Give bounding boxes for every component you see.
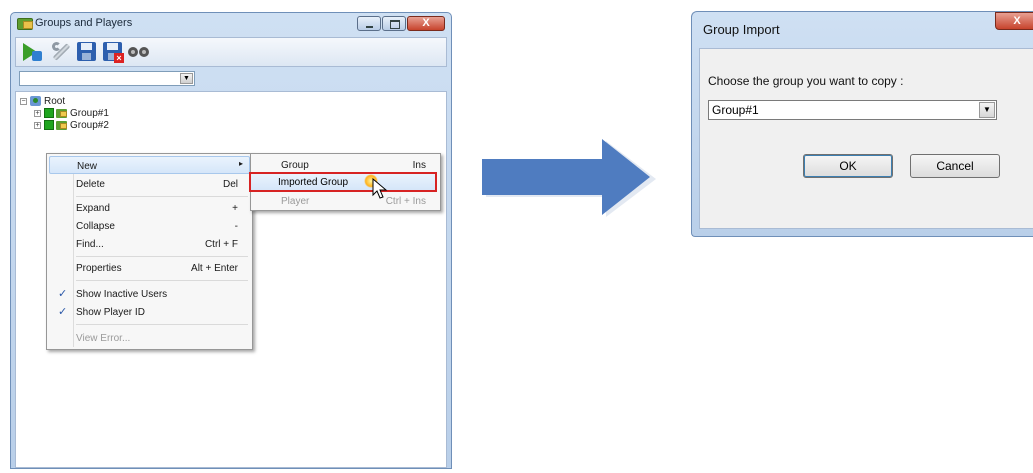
tree-node-root[interactable]: − Root — [20, 95, 65, 107]
menu-item-show-inactive-users[interactable]: ✓ Show Inactive Users — [49, 285, 250, 303]
status-square-icon — [44, 120, 54, 130]
menu-item-shortcut: Ctrl + F — [204, 239, 238, 250]
submenu-item-player: Player Ctrl + Ins — [253, 192, 438, 210]
menu-item-label: Show Player ID — [76, 307, 145, 318]
chevron-down-icon[interactable]: ▼ — [180, 73, 193, 84]
checkmark-icon: ✓ — [58, 306, 68, 318]
tree-node-group[interactable]: + Group#2 — [34, 119, 109, 131]
menu-item-label: Player — [281, 196, 310, 207]
menu-item-delete[interactable]: Delete Del — [49, 175, 250, 193]
cancel-button[interactable]: Cancel — [910, 154, 1000, 178]
group-folder-icon — [56, 120, 67, 130]
mouse-pointer-icon — [372, 178, 388, 200]
groups-app-icon — [17, 18, 33, 30]
menu-item-show-player-id[interactable]: ✓ Show Player ID — [49, 303, 250, 321]
menu-separator — [76, 324, 248, 325]
menu-item-label: Expand — [76, 203, 110, 214]
tree-node-label: Group#1 — [70, 107, 109, 119]
group-select-value: Group#1 — [712, 103, 759, 117]
tree-node-group[interactable]: + Group#1 — [34, 107, 109, 119]
save-disk-icon[interactable] — [76, 41, 98, 63]
caption-buttons: X — [357, 16, 445, 31]
menu-item-label: View Error... — [76, 333, 131, 344]
menu-item-shortcut: + — [232, 203, 238, 214]
menu-item-properties[interactable]: Properties Alt + Enter — [49, 259, 250, 277]
checkmark-icon: ✓ — [58, 288, 68, 300]
save-delete-icon[interactable]: × — [102, 41, 124, 63]
chevron-down-icon[interactable]: ▼ — [979, 102, 995, 118]
binoculars-icon[interactable] — [128, 41, 150, 63]
tree-node-label: Root — [44, 95, 66, 107]
menu-item-label: New — [77, 161, 98, 172]
menu-item-collapse[interactable]: Collapse - — [49, 217, 250, 235]
menu-item-shortcut: Ctrl + Ins — [385, 196, 426, 207]
window-title: Groups and Players — [35, 17, 133, 29]
menu-item-label: Delete — [76, 179, 105, 190]
tree-node-label: Group#2 — [70, 119, 109, 131]
expand-toggle[interactable]: + — [34, 121, 41, 129]
submenu-item-imported-group[interactable]: Imported Group — [249, 172, 437, 192]
menu-item-label: Imported Group — [278, 177, 349, 188]
dialog-title: Group Import — [703, 22, 780, 37]
wrench-icon[interactable] — [50, 41, 72, 63]
expand-toggle[interactable]: + — [34, 109, 41, 117]
minimize-button[interactable] — [357, 16, 381, 31]
dialog-body: Choose the group you want to copy : Grou… — [699, 48, 1033, 229]
collapse-toggle[interactable]: − — [20, 97, 27, 105]
menu-item-new[interactable]: New ▸ — [49, 156, 250, 174]
context-menu: New ▸ Delete Del Expand + Collapse - Fin… — [46, 153, 253, 350]
dialog-close-button[interactable]: X — [995, 12, 1033, 30]
group-import-dialog: Group Import X Choose the group you want… — [691, 11, 1033, 237]
maximize-button[interactable] — [382, 16, 406, 31]
menu-item-label: Properties — [76, 263, 122, 274]
menu-separator — [76, 196, 248, 197]
run-green-arrow-icon[interactable] — [22, 41, 44, 63]
menu-item-shortcut: Ins — [412, 160, 426, 171]
submenu-arrow-icon: ▸ — [238, 159, 243, 168]
group-select[interactable]: Group#1 ▼ — [708, 100, 997, 120]
ok-button[interactable]: OK — [803, 154, 893, 178]
menu-item-label: Group — [281, 160, 309, 171]
status-square-icon — [44, 108, 54, 118]
toolbar: × — [15, 37, 447, 67]
menu-item-shortcut: Del — [222, 179, 238, 190]
menu-item-view-error: View Error... — [49, 329, 250, 347]
menu-item-label: Find... — [76, 239, 104, 250]
menu-item-expand[interactable]: Expand + — [49, 199, 250, 217]
filter-combobox[interactable]: ▼ — [19, 71, 195, 86]
menu-separator — [76, 280, 248, 281]
menu-item-label: Collapse — [76, 221, 115, 232]
menu-item-label: Show Inactive Users — [76, 289, 168, 300]
menu-separator — [76, 256, 248, 257]
close-button[interactable]: X — [407, 16, 445, 31]
window-titlebar[interactable]: Groups and Players X — [11, 13, 451, 35]
menu-item-shortcut: Alt + Enter — [191, 263, 238, 274]
menu-item-shortcut: - — [234, 221, 238, 232]
root-icon — [30, 96, 41, 106]
menu-item-find[interactable]: Find... Ctrl + F — [49, 235, 250, 253]
choose-group-label: Choose the group you want to copy : — [708, 74, 904, 88]
flow-arrow-icon — [478, 139, 660, 219]
group-folder-icon — [56, 108, 67, 118]
